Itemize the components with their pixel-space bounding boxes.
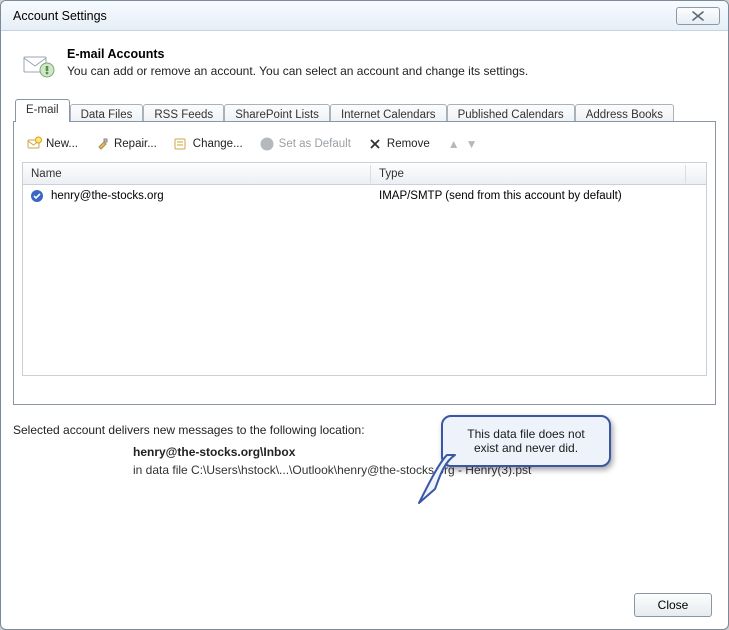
column-header-type[interactable]: Type bbox=[371, 165, 686, 183]
reorder-arrows: ▲ ▼ bbox=[448, 137, 478, 151]
set-default-button: Set as Default bbox=[257, 134, 353, 154]
repair-button[interactable]: Repair... bbox=[92, 134, 159, 154]
change-icon bbox=[173, 136, 189, 152]
table-body: henry@the-stocks.org IMAP/SMTP (send fro… bbox=[23, 185, 706, 375]
toolbar-label: Repair... bbox=[114, 138, 157, 150]
remove-button[interactable]: Remove bbox=[365, 134, 432, 154]
email-accounts-icon bbox=[21, 47, 57, 83]
close-button[interactable]: Close bbox=[634, 593, 712, 617]
table-header: Name Type bbox=[23, 163, 706, 185]
annotation-callout: This data file does not exist and never … bbox=[441, 415, 611, 467]
tab-label: Data Files bbox=[81, 109, 133, 121]
titlebar: Account Settings bbox=[1, 1, 728, 31]
window-title: Account Settings bbox=[13, 9, 676, 23]
tab-label: Published Calendars bbox=[458, 109, 564, 121]
button-label: Close bbox=[658, 598, 689, 612]
footer: Close bbox=[634, 593, 712, 617]
tab-label: RSS Feeds bbox=[154, 109, 213, 121]
toolbar-label: Set as Default bbox=[279, 138, 351, 150]
account-name: henry@the-stocks.org bbox=[51, 190, 164, 202]
header: E-mail Accounts You can add or remove an… bbox=[13, 41, 716, 97]
callout-text: This data file does not exist and never … bbox=[467, 427, 584, 455]
toolbar-label: New... bbox=[46, 138, 78, 150]
tab-email[interactable]: E-mail bbox=[15, 99, 70, 122]
column-header-name[interactable]: Name bbox=[23, 165, 371, 183]
header-title: E-mail Accounts bbox=[67, 47, 528, 61]
toolbar: New... Repair... Change... bbox=[22, 130, 707, 162]
tab-label: SharePoint Lists bbox=[235, 109, 319, 121]
remove-icon bbox=[367, 136, 383, 152]
accounts-table: Name Type henry@the-stocks.org IMAP/SMTP… bbox=[22, 162, 707, 376]
check-circle-icon bbox=[259, 136, 275, 152]
column-header-spacer bbox=[686, 171, 706, 177]
new-button[interactable]: New... bbox=[24, 134, 80, 154]
window-close-button[interactable] bbox=[676, 7, 720, 25]
move-down-icon: ▼ bbox=[466, 137, 478, 151]
client-area: E-mail Accounts You can add or remove an… bbox=[1, 31, 728, 629]
default-account-icon bbox=[29, 188, 45, 204]
header-subtitle: You can add or remove an account. You ca… bbox=[67, 64, 528, 78]
tab-label: Address Books bbox=[586, 109, 663, 121]
account-settings-window: Account Settings E-mail Accounts You can… bbox=[0, 0, 729, 630]
callout-tail-icon bbox=[417, 449, 477, 509]
move-up-icon: ▲ bbox=[448, 137, 460, 151]
tab-strip: E-mail Data Files RSS Feeds SharePoint L… bbox=[13, 97, 716, 121]
change-button[interactable]: Change... bbox=[171, 134, 245, 154]
header-text: E-mail Accounts You can add or remove an… bbox=[67, 47, 528, 78]
account-type: IMAP/SMTP (send from this account by def… bbox=[371, 190, 706, 202]
new-icon bbox=[26, 136, 42, 152]
tab-label: E-mail bbox=[26, 104, 59, 116]
tab-content: New... Repair... Change... bbox=[13, 121, 716, 405]
close-icon bbox=[690, 11, 706, 21]
table-row[interactable]: henry@the-stocks.org IMAP/SMTP (send fro… bbox=[23, 185, 706, 207]
toolbar-label: Change... bbox=[193, 138, 243, 150]
toolbar-label: Remove bbox=[387, 138, 430, 150]
repair-icon bbox=[94, 136, 110, 152]
tab-label: Internet Calendars bbox=[341, 109, 436, 121]
